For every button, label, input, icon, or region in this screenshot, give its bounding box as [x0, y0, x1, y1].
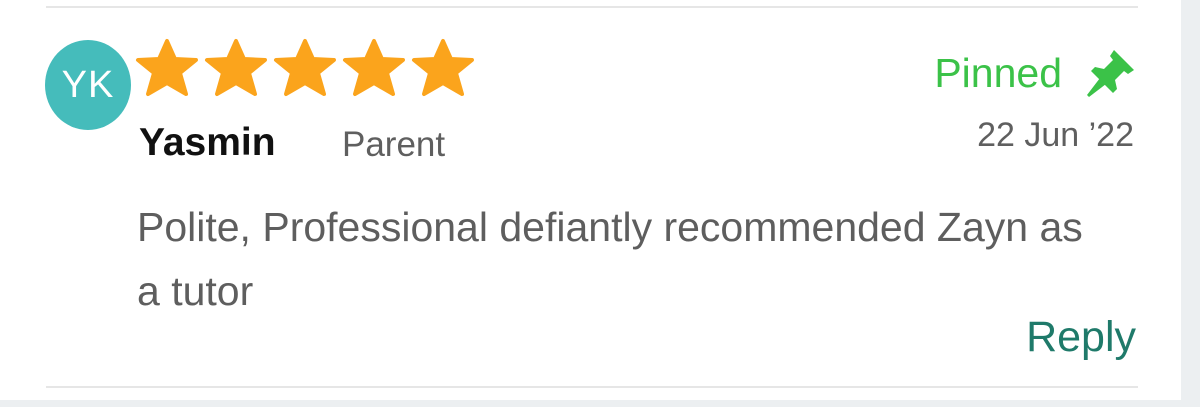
review-text: Polite, Professional defiantly recommend… [137, 204, 1083, 314]
avatar-initials: YK [61, 63, 115, 106]
avatar: YK [45, 40, 131, 130]
bottom-edge [0, 400, 1200, 407]
star-icon [202, 38, 270, 98]
star-icon [271, 38, 339, 98]
scroll-edge [1181, 0, 1200, 407]
review-card: YK Yasmin Parent Pinned 22 Jun ’22 Polit… [0, 0, 1200, 407]
pinned-indicator: Pinned [934, 48, 1136, 98]
pin-icon [1084, 48, 1136, 98]
star-icon [409, 38, 477, 98]
star-icon [133, 38, 201, 98]
review-date: 22 Jun ’22 [977, 116, 1134, 154]
pinned-label: Pinned [934, 50, 1062, 96]
author-role: Parent [342, 125, 446, 164]
author-name: Yasmin [139, 121, 276, 164]
bottom-divider [46, 386, 1138, 388]
reply-button[interactable]: Reply [1026, 311, 1136, 363]
star-rating [133, 38, 477, 98]
star-icon [340, 38, 408, 98]
top-divider [46, 6, 1138, 8]
